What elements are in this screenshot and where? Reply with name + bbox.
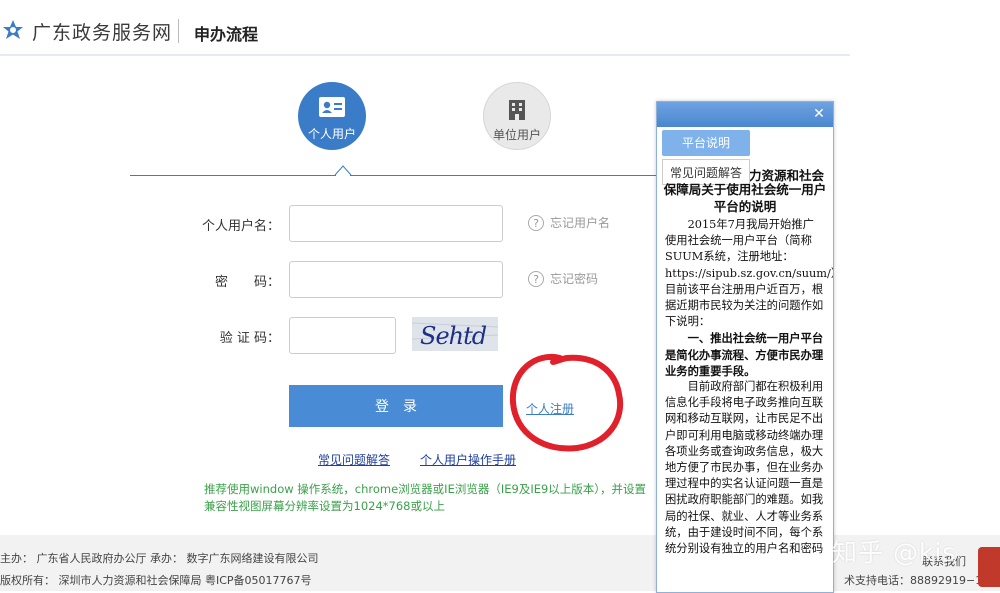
tab-indicator-notch [334,165,352,176]
tab-personal-label: 个人用户 [307,127,356,141]
username-input[interactable] [289,205,503,242]
tab-platform-info[interactable]: 平台说明 [662,130,750,156]
footer-host-info: 主办： 广东省人民政府办公厅 承办： 数字广东网络建设有限公司 [0,552,319,565]
contact-badge-icon[interactable] [978,547,1000,587]
captcha-image[interactable]: Sehtd [412,317,498,351]
browser-recommendation: 推荐使用window 操作系统，chrome浏览器或IE浏览器（IE9及IE9以… [204,482,647,513]
dialog-header [657,102,833,127]
forgot-password-link[interactable]: ? 忘记密码 [528,270,598,287]
government-logo-icon[interactable] [2,19,24,41]
close-icon[interactable]: ✕ [809,104,829,124]
footer-support-phone: 术支持电话：88892919−1 [844,574,983,587]
question-icon: ? [528,270,544,287]
annotation-circle [509,353,624,452]
username-label: 个人用户名： [201,219,280,234]
tab-indicator-line [130,175,336,176]
forgot-username-label: 忘记用户名 [550,216,611,230]
footer-copyright-info: 版权所有： 深圳市人力资源和社会保障局 粤ICP备05017767号 [0,574,312,587]
tab-company-user[interactable]: 单位用户 [483,82,551,150]
tab-company-label: 单位用户 [492,128,541,142]
dialog-paragraph: 2015年7月我局开始推广使用社会统一用户平台（简称SUUM系统，注册地址：ht… [665,218,834,329]
watermark: 知乎 @kis [832,538,957,567]
question-icon: ? [528,214,544,231]
forgot-username-link[interactable]: ? 忘记用户名 [528,214,610,231]
tab-indicator-line [350,175,660,176]
header-divider [178,19,179,43]
user-manual-link[interactable]: 个人用户操作手册 [420,451,516,468]
dialog-paragraph: 一、推出社会统一用户平台是简化办事流程、方便市民办理业务的重要手段。 [665,331,824,378]
page-title: 申办流程 [194,25,259,44]
site-title[interactable]: 广东政务服务网 [32,18,172,45]
captcha-text: Sehtd [420,322,487,350]
forgot-password-label: 忘记密码 [550,272,599,286]
password-input[interactable] [289,261,503,298]
password-label: 密 码： [214,275,280,290]
dialog-title: 保障局关于使用社会统一用户平台的说明 [663,182,827,214]
building-icon [509,100,525,120]
login-button[interactable]: 登录 [289,385,503,427]
captcha-input[interactable] [289,317,396,354]
faq-link[interactable]: 常见问题解答 [318,451,390,468]
tab-personal-user[interactable]: 个人用户 [298,82,366,150]
platform-info-dialog: ✕ 平台说明 力资源和社会 常见问题解答 保障局关于使用社会统一用户平台的说明 … [656,101,834,593]
captcha-label: 验 证 码： [219,331,280,346]
dialog-body: 2015年7月我局开始推广使用社会统一用户平台（简称SUUM系统，注册地址：ht… [665,217,834,557]
id-card-icon [319,97,345,117]
dialog-paragraph: 目前政府部门都在积极利用信息化手段将电子政务推向互联网和移动互联网，让市民足不出… [665,380,824,556]
